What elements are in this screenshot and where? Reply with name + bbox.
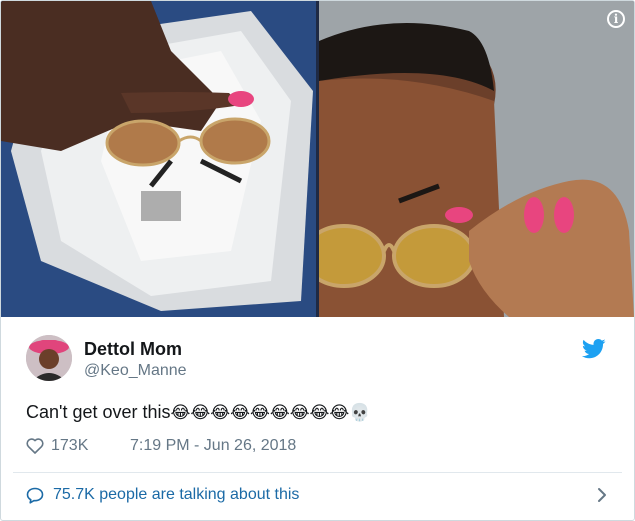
twitter-bird-icon[interactable] (582, 339, 606, 359)
heart-icon[interactable] (26, 438, 44, 454)
tweet-header: Dettol Mom @Keo_Manne (26, 335, 616, 385)
talking-about-text[interactable]: 75.7K people are talking about this (53, 486, 299, 504)
like-count[interactable]: 173K (51, 437, 88, 455)
info-icon[interactable]: i (607, 10, 625, 28)
author-display-name[interactable]: Dettol Mom (84, 339, 182, 360)
divider (13, 472, 622, 473)
packaged-sunglasses-illustration (1, 1, 316, 317)
author-handle[interactable]: @Keo_Manne (84, 362, 187, 380)
tweet-card: i Dettol Mom @Keo_Manne Can't get over t… (0, 0, 635, 521)
speech-bubble-icon (26, 487, 44, 504)
tweet-timestamp[interactable]: 7:19 PM - Jun 26, 2018 (130, 437, 296, 455)
person-wearing-sunglasses-illustration (319, 1, 634, 317)
tweet-emojis: 😂😂😂😂😂😂😂😂😂💀 (170, 403, 371, 422)
tweet-media: i (1, 1, 634, 317)
chevron-right-icon[interactable] (596, 487, 608, 503)
conversation-link[interactable]: 75.7K people are talking about this (26, 485, 608, 507)
tweet-text: Can't get over this😂😂😂😂😂😂😂😂😂💀 (26, 402, 370, 423)
media-photo-right[interactable] (319, 1, 634, 317)
avatar[interactable] (26, 335, 72, 381)
avatar-image (26, 335, 72, 381)
tweet-body: Can't get over this (26, 402, 171, 422)
media-photo-left[interactable] (1, 1, 316, 317)
